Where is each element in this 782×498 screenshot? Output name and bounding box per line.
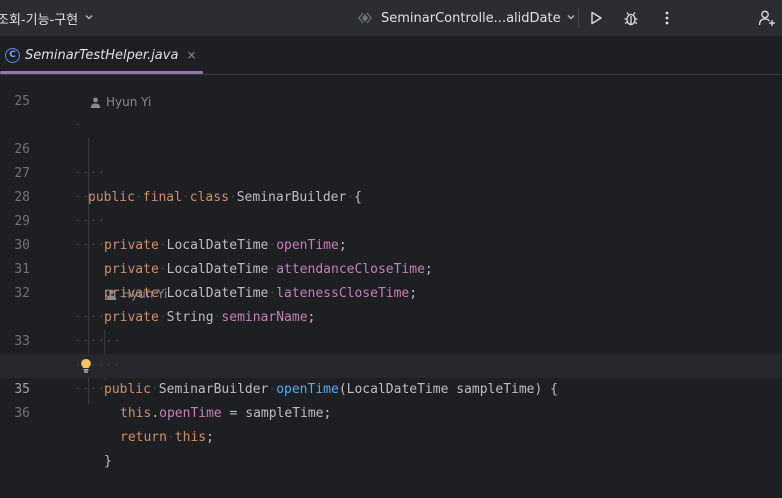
tab-file-name: SeminarTestHelper.java [25, 47, 179, 63]
code-line: 30 ···· private·LocalDateTime·latenessCl… [0, 210, 782, 301]
line-number: 25 [14, 94, 30, 109]
debug-button[interactable] [619, 0, 643, 36]
java-class-icon: C [5, 47, 20, 63]
person-icon [90, 97, 101, 108]
code-line: 26 · public·final·class·SeminarBuilder·{ [0, 114, 782, 205]
debug-icon [624, 12, 638, 26]
code-line: 32 [0, 258, 782, 301]
branch-selector[interactable]: 조회-기능-구현 [0, 0, 94, 36]
run-configuration-selector[interactable]: SeminarControlle...alidDate [358, 0, 576, 36]
code-editor[interactable]: 25 Hyun Yi 26 · public·final·class·Semin… [0, 74, 782, 469]
close-icon[interactable]: × [186, 48, 196, 62]
add-user-button[interactable] [755, 0, 779, 36]
author-hint[interactable]: Hyun Yi [90, 90, 151, 114]
add-user-icon [758, 10, 775, 26]
code-line: 34 ······ this.openTime = sampleTime; [0, 330, 782, 421]
run-config-label: SeminarControlle...alidDate [381, 10, 561, 26]
whitespace-marker: · [74, 118, 82, 133]
code-text: } [104, 454, 112, 469]
code-line: 36 ···· } [0, 378, 782, 469]
whitespace-marker: ···· [74, 382, 106, 397]
chevron-down-icon [84, 12, 94, 25]
author-hint[interactable]: Hyun Yi [106, 282, 167, 306]
code-line: 33 ···· public·SeminarBuilder·openTime(L… [0, 306, 782, 397]
author-name: Hyun Yi [122, 287, 168, 301]
chevron-down-icon [566, 11, 576, 26]
code-line: 27 [0, 138, 782, 181]
more-button[interactable] [655, 0, 679, 36]
toolbar-separator [578, 8, 579, 28]
code-line: 31 ···· private·String·seminarName; [0, 234, 782, 325]
author-name: Hyun Yi [106, 95, 152, 109]
whitespace-marker: ···· [74, 190, 106, 205]
code-line: 28 ···· private·LocalDateTime·openTime; [0, 162, 782, 253]
person-icon [106, 289, 117, 300]
run-icon [591, 11, 602, 25]
code-line: 29 ···· private·LocalDateTime·attendance… [0, 186, 782, 277]
whitespace-marker: ···· [74, 214, 106, 229]
whitespace-marker: ···· [74, 166, 106, 181]
code-line: 25 [0, 66, 782, 109]
more-icon [665, 11, 669, 25]
run-config-icon [358, 12, 372, 24]
line-number: 36 [14, 406, 30, 421]
code-text: this.openTime = sampleTime; [120, 406, 332, 421]
whitespace-marker: ···· [74, 310, 106, 325]
whitespace-marker: ······ [74, 334, 121, 349]
whitespace-marker: ···· [74, 238, 106, 253]
code-line-current: 35 ······ return·this; [0, 354, 782, 445]
line-number: 32 [14, 286, 30, 301]
branch-label: 조회-기능-구현 [0, 12, 79, 28]
run-button[interactable] [584, 0, 608, 36]
lightbulb-icon[interactable] [80, 358, 92, 374]
code-text: return·this; [120, 430, 214, 445]
main-toolbar: 조회-기능-구현 SeminarControlle...alidDate [0, 0, 782, 36]
